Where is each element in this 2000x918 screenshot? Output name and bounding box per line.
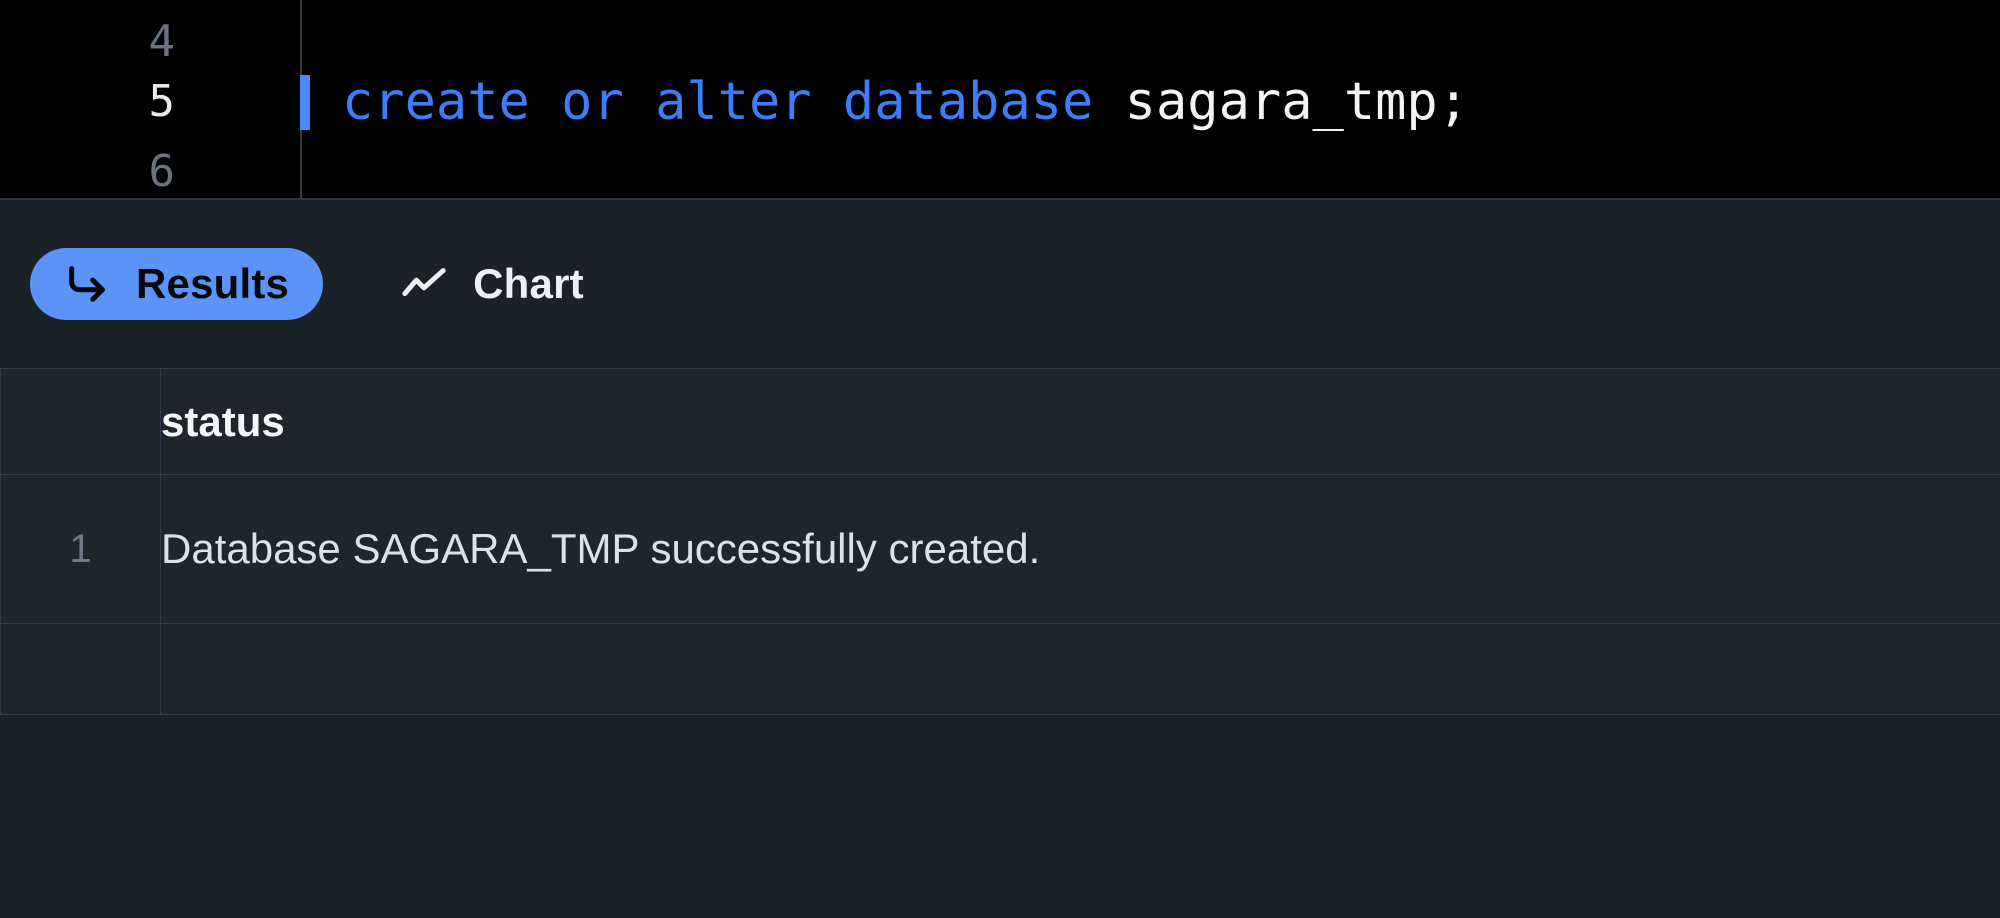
line-number-5: 5 <box>148 76 176 127</box>
tab-results-label: Results <box>136 260 290 307</box>
line-chart-icon <box>401 261 447 307</box>
results-panel: status 1 Database SAGARA_TMP successfull… <box>0 368 2000 715</box>
column-header-status[interactable]: status <box>160 368 2000 475</box>
results-tabbar: Results Chart <box>0 200 2000 368</box>
line-number-6: 6 <box>148 146 176 197</box>
line-number-4: 4 <box>148 16 176 67</box>
row-index-cell: 1 <box>0 474 161 624</box>
cell-status-empty <box>160 623 2000 715</box>
results-table-head: status <box>0 368 2000 475</box>
tab-chart[interactable]: Chart <box>367 248 618 320</box>
sql-keyword-tokens: create or alter database <box>342 72 1094 132</box>
cell-status[interactable]: Database SAGARA_TMP successfully created… <box>160 474 2000 624</box>
corner-down-right-arrow-icon <box>64 261 110 307</box>
tab-results[interactable]: Results <box>30 248 324 320</box>
text-cursor-icon <box>300 75 310 130</box>
tab-list: Results Chart <box>30 248 618 320</box>
tab-chart-label: Chart <box>473 260 584 307</box>
table-header-row: status <box>0 368 2000 475</box>
column-header-row-index[interactable] <box>0 368 161 475</box>
results-table-body: 1 Database SAGARA_TMP successfully creat… <box>0 474 2000 715</box>
code-line-5[interactable]: create or alter database sagara_tmp; <box>342 72 1469 132</box>
editor-code-area[interactable]: create or alter database sagara_tmp; <box>300 0 2000 198</box>
sql-statement-terminator: ; <box>1437 72 1470 132</box>
sql-database-name-token: sagara_tmp <box>1124 72 1438 132</box>
table-row-empty <box>0 623 2000 715</box>
sql-identifier-token <box>1093 72 1124 132</box>
row-index-cell-empty <box>0 623 161 715</box>
table-row[interactable]: 1 Database SAGARA_TMP successfully creat… <box>0 474 2000 624</box>
sql-editor-pane[interactable]: 4 5 6 create or alter database sagara_tm… <box>0 0 2000 200</box>
results-table: status 1 Database SAGARA_TMP successfull… <box>0 368 2000 715</box>
editor-line-number-gutter: 4 5 6 <box>0 0 300 198</box>
